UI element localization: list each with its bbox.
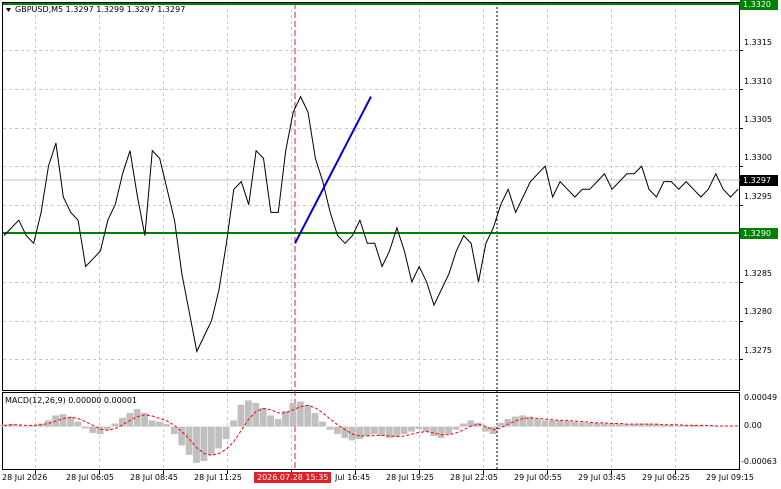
macd-bar xyxy=(163,424,171,427)
macd-bar xyxy=(356,426,363,440)
macd-bar xyxy=(363,426,371,436)
price-label-1-3310: 1.3310 xyxy=(744,77,772,86)
macd-histogram xyxy=(0,400,727,463)
macd-bar xyxy=(430,426,438,436)
macd-bar xyxy=(289,402,297,427)
macd-bar xyxy=(304,404,312,427)
macd-label-zero: 0.00 xyxy=(744,421,762,430)
macd-bar xyxy=(111,423,119,427)
time-label: 28 Jul 06:05 xyxy=(66,473,114,482)
macd-bar xyxy=(274,419,282,427)
macd-bar xyxy=(563,421,571,427)
time-label: Jul 16:45 xyxy=(335,473,371,482)
macd-bar xyxy=(148,420,156,427)
macd-bar xyxy=(600,423,608,427)
macd-bar xyxy=(74,421,82,427)
price-tag-current: 1.3297 xyxy=(740,175,778,186)
macd-bar xyxy=(200,426,208,461)
macd-bar xyxy=(237,404,245,427)
macd-bar xyxy=(541,420,549,427)
symbol-menu-icon[interactable] xyxy=(6,8,11,12)
time-label: 28 Jul 11:25 xyxy=(194,473,242,482)
macd-bar xyxy=(334,426,341,435)
macd-bar xyxy=(549,420,556,427)
time-label: 28 Jul 08:45 xyxy=(130,473,178,482)
macd-bar xyxy=(415,426,423,430)
macd-indicator-label: MACD(12,26,9) 0.00000 0.00001 xyxy=(5,396,138,405)
macd-bar xyxy=(422,426,430,432)
macd-bar xyxy=(222,426,230,440)
time-label: 28 Jul 2026 xyxy=(2,473,48,482)
macd-bar xyxy=(259,407,267,427)
macd-bar xyxy=(593,422,601,427)
time-label: 29 Jul 06:25 xyxy=(642,473,690,482)
macd-bar xyxy=(311,412,319,427)
macd-bar xyxy=(319,421,326,427)
axis-ticks xyxy=(35,50,743,474)
macd-bar xyxy=(326,426,334,430)
macd-bar xyxy=(578,422,586,427)
price-series-line xyxy=(3,95,739,353)
macd-bar xyxy=(22,426,30,427)
macd-bar xyxy=(296,401,304,427)
symbol-header: GBPUSD,M5 1.3297 1.3299 1.3297 1.3297 xyxy=(15,5,186,14)
macd-bar xyxy=(497,422,504,427)
macd-bar xyxy=(215,426,223,449)
macd-bar xyxy=(615,424,623,427)
macd-bar xyxy=(704,426,712,427)
time-label-selected: 2026.07.28 15:35 xyxy=(254,472,332,483)
macd-bar xyxy=(504,419,512,427)
macd-label-min: -0.00063 xyxy=(741,457,777,466)
macd-bar xyxy=(519,415,527,427)
chart-stage[interactable]: GBPUSD,M5 1.3297 1.3299 1.3297 1.3297 MA… xyxy=(0,0,781,489)
macd-bar xyxy=(400,426,408,435)
time-label: 28 Jul 22:05 xyxy=(450,473,498,482)
macd-bar xyxy=(489,426,497,435)
macd-bar xyxy=(126,412,134,427)
time-label: 29 Jul 09:15 xyxy=(706,473,754,482)
time-label: 28 Jul 19:25 xyxy=(386,473,434,482)
macd-bar xyxy=(230,420,237,427)
macd-bar xyxy=(675,425,682,427)
price-label-1-3275: 1.3275 xyxy=(744,346,772,355)
price-tag-top-level: 1.3320 xyxy=(740,0,778,10)
macd-bar xyxy=(408,426,415,432)
main-chart-frame xyxy=(2,2,740,391)
price-label-1-3285: 1.3285 xyxy=(744,269,772,278)
macd-bar xyxy=(15,425,22,427)
macd-bar xyxy=(393,426,401,437)
macd-bar xyxy=(586,422,593,427)
macd-bar xyxy=(534,419,541,427)
macd-bar xyxy=(445,426,452,435)
macd-bar xyxy=(371,426,378,435)
macd-bar xyxy=(571,421,578,427)
macd-bar xyxy=(482,426,489,432)
price-chart[interactable] xyxy=(0,0,781,489)
macd-bar xyxy=(185,426,193,455)
macd-bar xyxy=(556,420,564,427)
time-label: 29 Jul 03:45 xyxy=(578,473,626,482)
macd-label-max: 0.00049 xyxy=(744,393,778,402)
macd-bar xyxy=(59,414,67,427)
price-label-1-3315: 1.3315 xyxy=(744,38,772,47)
price-label-1-3305: 1.3305 xyxy=(744,115,772,124)
macd-bar xyxy=(460,423,467,427)
macd-bar xyxy=(81,426,89,429)
price-label-1-3295: 1.3295 xyxy=(744,192,772,201)
price-tag-level: 1.3290 xyxy=(740,228,778,239)
macd-bar xyxy=(341,426,349,438)
macd-bar xyxy=(437,426,445,438)
macd-bar xyxy=(156,421,163,427)
time-label: 29 Jul 00:55 xyxy=(514,473,562,482)
macd-bar xyxy=(207,426,215,455)
macd-bar xyxy=(89,426,97,433)
price-label-1-3280: 1.3280 xyxy=(744,307,772,316)
macd-bar xyxy=(104,426,111,430)
macd-bar xyxy=(378,426,386,436)
price-label-1-3300: 1.3300 xyxy=(744,153,772,162)
macd-bar xyxy=(252,402,260,427)
macd-bar xyxy=(452,426,460,430)
macd-bar xyxy=(267,415,274,427)
